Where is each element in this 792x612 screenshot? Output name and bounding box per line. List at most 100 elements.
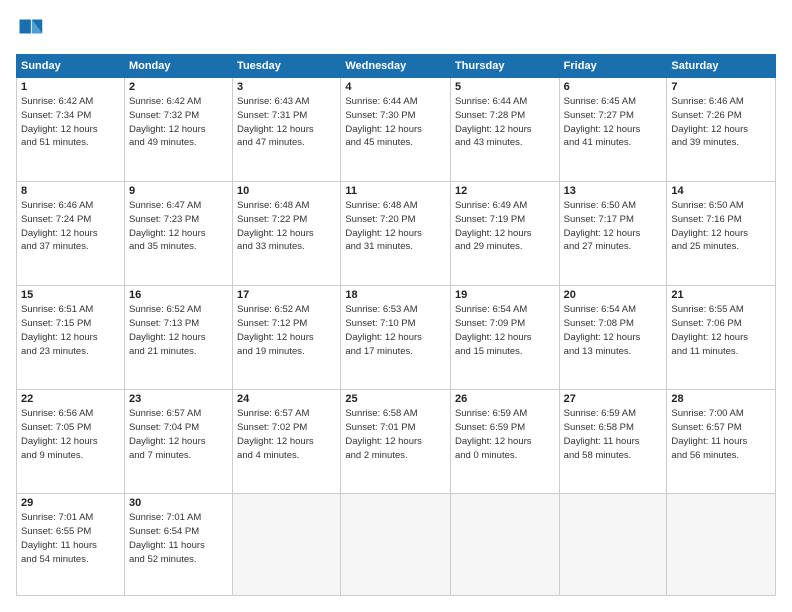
day-info: Sunrise: 7:01 AM Sunset: 6:55 PM Dayligh… [21, 511, 120, 566]
day-number: 23 [129, 393, 228, 405]
day-number: 28 [671, 393, 771, 405]
calendar-cell [233, 494, 341, 596]
day-info: Sunrise: 6:57 AM Sunset: 7:02 PM Dayligh… [237, 407, 336, 462]
calendar-cell [559, 494, 667, 596]
day-info: Sunrise: 6:59 AM Sunset: 6:58 PM Dayligh… [564, 407, 663, 462]
week-row-3: 15 Sunrise: 6:51 AM Sunset: 7:15 PM Dayli… [17, 286, 776, 390]
day-number: 14 [671, 185, 771, 197]
day-number: 18 [345, 289, 446, 301]
calendar-cell: 22Sunrise: 6:56 AM Sunset: 7:05 PM Dayli… [17, 390, 125, 494]
day-info: Sunrise: 6:51 AM Sunset: 7:15 PM Dayligh… [21, 303, 120, 358]
day-info: Sunrise: 6:58 AM Sunset: 7:01 PM Dayligh… [345, 407, 446, 462]
day-number: 26 [455, 393, 555, 405]
calendar-cell: 12 Sunrise: 6:49 AM Sunset: 7:19 PM Dayli… [450, 182, 559, 286]
day-info: Sunrise: 6:42 AM Sunset: 7:34 PM Dayligh… [21, 95, 120, 150]
calendar-cell: 21 Sunrise: 6:55 AM Sunset: 7:06 PM Dayli… [667, 286, 776, 390]
calendar-cell: 19 Sunrise: 6:54 AM Sunset: 7:09 PM Dayli… [450, 286, 559, 390]
calendar-cell: 1 Sunrise: 6:42 AM Sunset: 7:34 PM Daylig… [17, 78, 125, 182]
day-info: Sunrise: 6:47 AM Sunset: 7:23 PM Dayligh… [129, 199, 228, 254]
day-number: 22 [21, 393, 120, 405]
weekday-header-friday: Friday [559, 55, 667, 78]
day-info: Sunrise: 6:57 AM Sunset: 7:04 PM Dayligh… [129, 407, 228, 462]
calendar-cell: 25 Sunrise: 6:58 AM Sunset: 7:01 PM Dayli… [341, 390, 451, 494]
calendar-cell: 14 Sunrise: 6:50 AM Sunset: 7:16 PM Dayli… [667, 182, 776, 286]
calendar-cell: 23 Sunrise: 6:57 AM Sunset: 7:04 PM Dayli… [124, 390, 232, 494]
weekday-header-monday: Monday [124, 55, 232, 78]
calendar-cell: 15 Sunrise: 6:51 AM Sunset: 7:15 PM Dayli… [17, 286, 125, 390]
day-number: 12 [455, 185, 555, 197]
day-number: 10 [237, 185, 336, 197]
calendar-cell [341, 494, 451, 596]
calendar-cell: 18 Sunrise: 6:53 AM Sunset: 7:10 PM Dayli… [341, 286, 451, 390]
calendar-cell: 29 Sunrise: 7:01 AM Sunset: 6:55 PM Dayli… [17, 494, 125, 596]
day-number: 20 [564, 289, 663, 301]
weekday-header-row: SundayMondayTuesdayWednesdayThursdayFrid… [17, 55, 776, 78]
day-number: 8 [21, 185, 120, 197]
day-number: 2 [129, 81, 228, 93]
day-info: Sunrise: 6:50 AM Sunset: 7:16 PM Dayligh… [671, 199, 771, 254]
week-row-2: 8 Sunrise: 6:46 AM Sunset: 7:24 PM Daylig… [17, 182, 776, 286]
day-number: 9 [129, 185, 228, 197]
week-row-1: 1 Sunrise: 6:42 AM Sunset: 7:34 PM Daylig… [17, 78, 776, 182]
day-info: Sunrise: 6:52 AM Sunset: 7:12 PM Dayligh… [237, 303, 336, 358]
day-info: Sunrise: 6:55 AM Sunset: 7:06 PM Dayligh… [671, 303, 771, 358]
day-number: 4 [345, 81, 446, 93]
calendar-cell: 3Sunrise: 6:43 AM Sunset: 7:31 PM Daylig… [233, 78, 341, 182]
day-number: 17 [237, 289, 336, 301]
day-number: 5 [455, 81, 555, 93]
calendar-cell: 30Sunrise: 7:01 AM Sunset: 6:54 PM Dayli… [124, 494, 232, 596]
day-info: Sunrise: 6:46 AM Sunset: 7:26 PM Dayligh… [671, 95, 771, 150]
calendar-cell: 28 Sunrise: 7:00 AM Sunset: 6:57 PM Dayli… [667, 390, 776, 494]
calendar-cell [667, 494, 776, 596]
day-info: Sunrise: 6:54 AM Sunset: 7:09 PM Dayligh… [455, 303, 555, 358]
day-info: Sunrise: 6:42 AM Sunset: 7:32 PM Dayligh… [129, 95, 228, 150]
day-info: Sunrise: 6:59 AM Sunset: 6:59 PM Dayligh… [455, 407, 555, 462]
day-number: 1 [21, 81, 120, 93]
week-row-5: 29 Sunrise: 7:01 AM Sunset: 6:55 PM Dayli… [17, 494, 776, 596]
day-number: 16 [129, 289, 228, 301]
day-number: 29 [21, 497, 120, 509]
day-number: 25 [345, 393, 446, 405]
day-info: Sunrise: 6:48 AM Sunset: 7:22 PM Dayligh… [237, 199, 336, 254]
calendar-cell: 13Sunrise: 6:50 AM Sunset: 7:17 PM Dayli… [559, 182, 667, 286]
page: SundayMondayTuesdayWednesdayThursdayFrid… [0, 0, 792, 612]
day-number: 24 [237, 393, 336, 405]
weekday-header-sunday: Sunday [17, 55, 125, 78]
day-number: 30 [129, 497, 228, 509]
calendar-cell: 7Sunrise: 6:46 AM Sunset: 7:26 PM Daylig… [667, 78, 776, 182]
day-number: 6 [564, 81, 663, 93]
calendar-cell: 4Sunrise: 6:44 AM Sunset: 7:30 PM Daylig… [341, 78, 451, 182]
calendar-cell [450, 494, 559, 596]
day-info: Sunrise: 6:53 AM Sunset: 7:10 PM Dayligh… [345, 303, 446, 358]
calendar-cell: 5 Sunrise: 6:44 AM Sunset: 7:28 PM Daylig… [450, 78, 559, 182]
day-number: 21 [671, 289, 771, 301]
calendar-cell: 16 Sunrise: 6:52 AM Sunset: 7:13 PM Dayli… [124, 286, 232, 390]
day-number: 15 [21, 289, 120, 301]
calendar-cell: 27 Sunrise: 6:59 AM Sunset: 6:58 PM Dayli… [559, 390, 667, 494]
calendar-cell: 8 Sunrise: 6:46 AM Sunset: 7:24 PM Daylig… [17, 182, 125, 286]
day-number: 3 [237, 81, 336, 93]
calendar-cell: 10 Sunrise: 6:48 AM Sunset: 7:22 PM Dayli… [233, 182, 341, 286]
calendar-cell: 9 Sunrise: 6:47 AM Sunset: 7:23 PM Daylig… [124, 182, 232, 286]
logo-icon [16, 16, 44, 44]
day-info: Sunrise: 6:46 AM Sunset: 7:24 PM Dayligh… [21, 199, 120, 254]
day-number: 27 [564, 393, 663, 405]
day-info: Sunrise: 6:49 AM Sunset: 7:19 PM Dayligh… [455, 199, 555, 254]
day-info: Sunrise: 6:48 AM Sunset: 7:20 PM Dayligh… [345, 199, 446, 254]
weekday-header-tuesday: Tuesday [233, 55, 341, 78]
calendar-cell: 26 Sunrise: 6:59 AM Sunset: 6:59 PM Dayli… [450, 390, 559, 494]
weekday-header-saturday: Saturday [667, 55, 776, 78]
weekday-header-thursday: Thursday [450, 55, 559, 78]
day-info: Sunrise: 6:44 AM Sunset: 7:28 PM Dayligh… [455, 95, 555, 150]
calendar-cell: 11Sunrise: 6:48 AM Sunset: 7:20 PM Dayli… [341, 182, 451, 286]
header [16, 16, 776, 44]
day-info: Sunrise: 6:45 AM Sunset: 7:27 PM Dayligh… [564, 95, 663, 150]
weekday-header-wednesday: Wednesday [341, 55, 451, 78]
calendar-cell: 24 Sunrise: 6:57 AM Sunset: 7:02 PM Dayli… [233, 390, 341, 494]
day-info: Sunrise: 6:52 AM Sunset: 7:13 PM Dayligh… [129, 303, 228, 358]
day-info: Sunrise: 6:50 AM Sunset: 7:17 PM Dayligh… [564, 199, 663, 254]
week-row-4: 22Sunrise: 6:56 AM Sunset: 7:05 PM Dayli… [17, 390, 776, 494]
day-number: 19 [455, 289, 555, 301]
calendar-cell: 20Sunrise: 6:54 AM Sunset: 7:08 PM Dayli… [559, 286, 667, 390]
day-info: Sunrise: 7:00 AM Sunset: 6:57 PM Dayligh… [671, 407, 771, 462]
